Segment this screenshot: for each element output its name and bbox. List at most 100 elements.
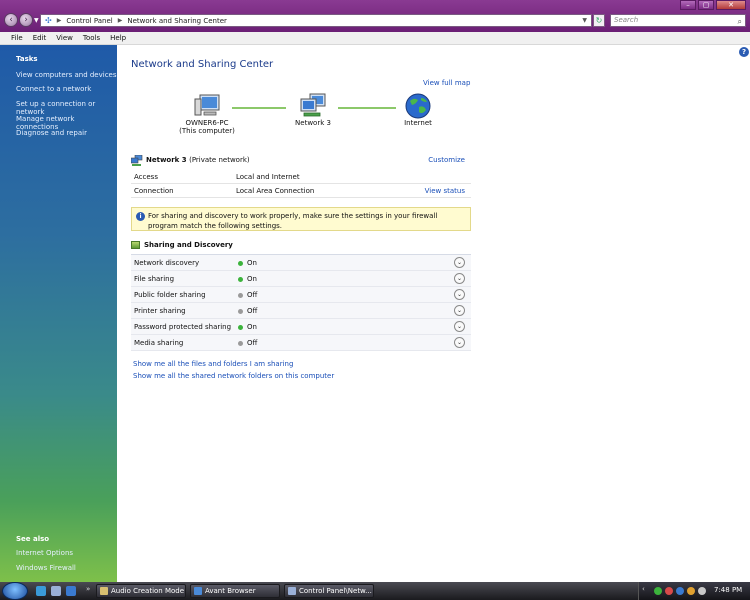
tray-network-icon[interactable] <box>654 587 662 595</box>
address-segment-control-panel[interactable]: Control Panel <box>66 17 112 25</box>
map-connector-line <box>338 107 396 109</box>
view-full-map-link[interactable]: View full map <box>423 79 470 87</box>
menu-view[interactable]: View <box>51 32 78 44</box>
sharing-row-network-discovery[interactable]: Network discovery On ⌄ <box>131 255 471 271</box>
sharing-label: Public folder sharing <box>134 291 206 299</box>
address-dropdown-icon[interactable]: ▼ <box>582 17 587 24</box>
map-this-computer[interactable]: OWNER6-PC (This computer) <box>176 93 238 135</box>
expand-chevron-icon[interactable]: ⌄ <box>454 305 465 316</box>
quicklaunch-switch-icon[interactable] <box>66 586 76 596</box>
sharing-state: Off <box>247 291 258 299</box>
sharing-state: On <box>247 323 257 331</box>
quicklaunch-ie-icon[interactable] <box>36 586 46 596</box>
tray-expand-icon[interactable]: ‹ <box>642 585 645 593</box>
status-off-icon <box>238 293 243 298</box>
taskbar-avant-browser[interactable]: Avant Browser <box>190 584 280 598</box>
address-segment-network-center[interactable]: Network and Sharing Center <box>127 17 227 25</box>
task-label: Audio Creation Mode <box>111 587 185 595</box>
computer-sub-label: (This computer) <box>179 127 235 135</box>
customize-link[interactable]: Customize <box>428 156 465 164</box>
control-panel-app-icon <box>288 587 296 595</box>
expand-chevron-icon[interactable]: ⌄ <box>454 257 465 268</box>
see-also-windows-firewall[interactable]: Windows Firewall <box>16 564 76 572</box>
forward-button[interactable]: › <box>19 13 33 27</box>
tray-volume-icon[interactable] <box>698 587 706 595</box>
sharing-row-media[interactable]: Media sharing Off ⌄ <box>131 335 471 351</box>
page-title: Network and Sharing Center <box>131 59 274 70</box>
internet-label: Internet <box>404 119 432 127</box>
menu-file[interactable]: File <box>6 32 28 44</box>
browser-app-icon <box>194 587 202 595</box>
see-also-internet-options[interactable]: Internet Options <box>16 549 73 557</box>
show-shared-folders-link[interactable]: Show me all the shared network folders o… <box>133 372 334 380</box>
tray-app-icon[interactable] <box>687 587 695 595</box>
address-separator-icon: ▶ <box>117 17 123 24</box>
see-also-heading: See also <box>16 535 50 543</box>
map-internet[interactable]: Internet <box>396 93 440 127</box>
minimize-button[interactable]: – <box>680 0 696 10</box>
expand-chevron-icon[interactable]: ⌄ <box>454 273 465 284</box>
sharing-icon <box>131 241 140 249</box>
status-on-icon <box>238 261 243 266</box>
start-button[interactable] <box>2 582 28 600</box>
taskbar-control-panel[interactable]: Control Panel\Netw... <box>284 584 374 598</box>
row-value: Local and Internet <box>236 173 300 181</box>
search-placeholder: Search <box>614 16 639 24</box>
back-button[interactable]: ‹ <box>4 13 18 27</box>
taskbar-audio-creation-mode[interactable]: Audio Creation Mode <box>96 584 186 598</box>
sharing-state: On <box>247 275 257 283</box>
show-shared-files-link[interactable]: Show me all the files and folders I am s… <box>133 360 293 368</box>
menu-tools[interactable]: Tools <box>78 32 105 44</box>
sharing-label: Password protected sharing <box>134 323 232 331</box>
close-button[interactable]: ✕ <box>716 0 746 10</box>
maximize-button[interactable]: ▢ <box>698 0 714 10</box>
task-view-computers[interactable]: View computers and devices <box>16 71 117 79</box>
menu-help[interactable]: Help <box>105 32 131 44</box>
network-title: Network 3 (Private network) <box>146 156 250 164</box>
status-on-icon <box>238 325 243 330</box>
address-bar[interactable]: ✣ ▶ Control Panel ▶ Network and Sharing … <box>40 14 592 27</box>
network-row-access: Access Local and Internet <box>131 170 471 184</box>
network-type: (Private network) <box>189 156 250 164</box>
search-icon[interactable]: ⌕ <box>738 16 742 27</box>
recent-pages-dropdown-icon[interactable]: ▼ <box>34 17 39 24</box>
sharing-row-password-protected[interactable]: Password protected sharing On ⌄ <box>131 319 471 335</box>
row-key: Access <box>134 173 158 181</box>
sharing-label: Network discovery <box>134 259 200 267</box>
task-setup-connection[interactable]: Set up a connection or network <box>16 100 117 116</box>
status-off-icon <box>238 341 243 346</box>
sharing-heading: Sharing and Discovery <box>131 241 233 249</box>
sharing-state: On <box>247 259 257 267</box>
expand-chevron-icon[interactable]: ⌄ <box>454 321 465 332</box>
tray-security-icon[interactable] <box>665 587 673 595</box>
sharing-row-file-sharing[interactable]: File sharing On ⌄ <box>131 271 471 287</box>
task-diagnose-repair[interactable]: Diagnose and repair <box>16 129 87 137</box>
quicklaunch-more-icon[interactable]: » <box>86 585 90 593</box>
tasks-heading: Tasks <box>16 55 38 63</box>
help-icon[interactable]: ? <box>739 47 749 57</box>
address-separator-icon: ▶ <box>56 17 62 24</box>
taskbar-clock[interactable]: 7:48 PM <box>714 586 742 594</box>
search-input[interactable]: Search ⌕ <box>610 14 746 27</box>
network-details-header: Network 3 (Private network) Customize <box>131 154 471 168</box>
info-icon: i <box>136 212 145 221</box>
firewall-info-message: i For sharing and discovery to work prop… <box>131 207 471 231</box>
menu-edit[interactable]: Edit <box>28 32 52 44</box>
sharing-row-printer[interactable]: Printer sharing Off ⌄ <box>131 303 471 319</box>
sharing-label: File sharing <box>134 275 175 283</box>
view-status-link[interactable]: View status <box>425 187 465 195</box>
sharing-table: Network discovery On ⌄ File sharing On ⌄… <box>131 254 471 351</box>
computer-name-label: OWNER6-PC <box>185 119 229 127</box>
task-label: Control Panel\Netw... <box>299 587 372 595</box>
quicklaunch-desktop-icon[interactable] <box>51 586 61 596</box>
sharing-label: Printer sharing <box>134 307 186 315</box>
refresh-button[interactable]: ↻ <box>593 14 605 27</box>
expand-chevron-icon[interactable]: ⌄ <box>454 337 465 348</box>
sharing-row-public-folder[interactable]: Public folder sharing Off ⌄ <box>131 287 471 303</box>
network-name: Network 3 <box>146 156 187 164</box>
tray-status-icon[interactable] <box>676 587 684 595</box>
sharing-title: Sharing and Discovery <box>144 241 233 249</box>
map-network[interactable]: Network 3 <box>287 93 339 127</box>
expand-chevron-icon[interactable]: ⌄ <box>454 289 465 300</box>
task-connect-network[interactable]: Connect to a network <box>16 85 91 93</box>
